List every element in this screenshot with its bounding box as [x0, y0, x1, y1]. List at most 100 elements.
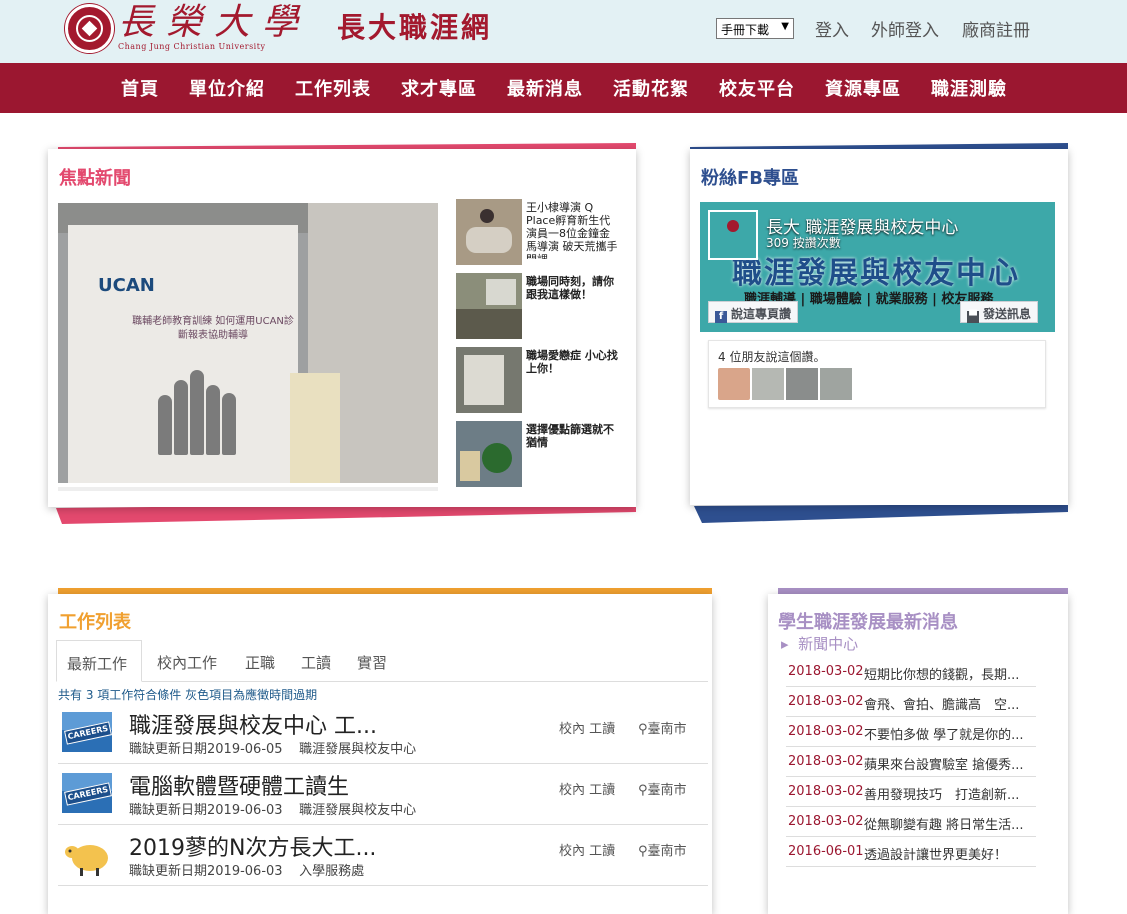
- nav-alumni[interactable]: 校友平台: [719, 75, 795, 101]
- job-row[interactable]: CAREERS 電腦軟體暨硬體工讀生 職缺更新日期2019-06-03 職涯發展…: [58, 765, 708, 825]
- careers-sign-icon: CAREERS: [62, 773, 112, 813]
- job-title[interactable]: 2019蓼的N次方長大工...: [129, 830, 376, 862]
- fb-message-button[interactable]: ▀ 發送訊息: [960, 301, 1039, 323]
- university-logo-text[interactable]: 長榮大學: [118, 2, 310, 44]
- student-news-title: 學生職涯發展最新消息: [778, 612, 958, 633]
- nav-about[interactable]: 單位介紹: [189, 75, 265, 101]
- friend-avatar[interactable]: [820, 368, 852, 400]
- university-logo-english: Chang Jung Christian University: [118, 42, 266, 51]
- job-meta: 職缺更新日期2019-06-03 職涯發展與校友中心: [129, 799, 416, 818]
- news-headline[interactable]: 從無聊變有趣 將日常生活...: [864, 814, 1034, 833]
- news-thumb-2[interactable]: [456, 273, 522, 339]
- job-date: 職缺更新日期2019-06-05: [129, 742, 283, 757]
- job-row[interactable]: 2019蓼的N次方長大工... 職缺更新日期2019-06-03 入學服務處 校…: [58, 826, 708, 886]
- fb-friends-text: 4 位朋友說這個讚。: [718, 350, 826, 364]
- site-header: 長榮大學 Chang Jung Christian University 長大職…: [0, 0, 1127, 63]
- fb-cover-text: 職涯發展與校友中心: [732, 256, 1020, 291]
- job-tabs: 最新工作 校內工作 正職 工讀 實習: [56, 640, 708, 682]
- job-title[interactable]: 職涯發展與校友中心 工...: [129, 708, 377, 740]
- nav-job-list[interactable]: 工作列表: [295, 75, 371, 101]
- job-location: ⚲臺南市: [638, 718, 687, 737]
- friend-avatar[interactable]: [718, 368, 750, 400]
- job-type: 校內 工讀: [559, 844, 616, 859]
- news-date: 2018-03-02: [788, 724, 864, 739]
- friend-avatar[interactable]: [752, 368, 784, 400]
- nav-activities[interactable]: 活動花絮: [613, 75, 689, 101]
- tab-full-time[interactable]: 正職: [235, 640, 285, 682]
- news-list-item[interactable]: 2018-03-02 會飛、會拍、膽識高 空...: [786, 687, 1036, 717]
- job-date: 職缺更新日期2019-06-03: [129, 864, 283, 879]
- login-link[interactable]: 登入: [815, 16, 849, 41]
- tab-latest-jobs[interactable]: 最新工作: [56, 640, 142, 682]
- job-count-text: 共有 3 項工作符合條件 灰色項目為應徵時間過期: [58, 688, 318, 702]
- focus-news-main-image[interactable]: UCAN 職輔老師教育訓練 如何運用UCAN診斷報表協助輔導: [58, 203, 438, 483]
- fb-like-button[interactable]: f 說這專頁讚: [708, 301, 799, 323]
- news-date: 2018-03-02: [788, 694, 864, 709]
- news-list-item[interactable]: 2018-03-02 不要怕多做 學了就是你的...: [786, 717, 1036, 747]
- news-list-item[interactable]: 2018-03-02 蘋果來台設實驗室 搶優秀...: [786, 747, 1036, 777]
- news-date: 2018-03-02: [788, 754, 864, 769]
- manual-download-label: 手冊下載: [721, 23, 770, 37]
- news-headline[interactable]: 不要怕多做 學了就是你的...: [864, 724, 1034, 743]
- news-list-item[interactable]: 2018-03-02 短期比你想的錢觀，長期...: [786, 657, 1036, 687]
- fb-page-avatar[interactable]: [708, 210, 758, 260]
- site-title[interactable]: 長大職涯網: [337, 6, 492, 46]
- job-title[interactable]: 電腦軟體暨硬體工讀生: [129, 769, 349, 801]
- job-meta: 職缺更新日期2019-06-03 入學服務處: [129, 860, 364, 879]
- news-thumb-4[interactable]: [456, 421, 522, 487]
- tab-part-time[interactable]: 工讀: [291, 640, 341, 682]
- job-list-title: 工作列表: [59, 612, 131, 633]
- news-item-2-text[interactable]: 職場同時刻，請你跟我這樣做！: [526, 275, 618, 305]
- news-item-3-text[interactable]: 職場愛戀症 小心找上你！: [526, 349, 618, 379]
- job-dept: 入學服務處: [299, 864, 365, 879]
- job-location: ⚲臺南市: [638, 840, 687, 859]
- job-type: 校內 工讀: [559, 783, 616, 798]
- foreign-teacher-login-link[interactable]: 外師登入: [871, 16, 939, 41]
- news-date: 2018-03-02: [788, 814, 864, 829]
- location-pin-icon: ⚲: [638, 783, 648, 798]
- location-pin-icon: ⚲: [638, 722, 648, 737]
- news-thumb-3[interactable]: [456, 347, 522, 413]
- message-icon: ▀: [967, 311, 979, 323]
- news-thumb-1[interactable]: [456, 199, 522, 265]
- news-date: 2016-06-01: [788, 844, 864, 859]
- fb-friends-box: 4 位朋友說這個讚。: [708, 340, 1046, 408]
- news-item-4-text[interactable]: 選擇優點篩選就不猶情: [526, 423, 618, 453]
- news-headline[interactable]: 蘋果來台設實驗室 搶優秀...: [864, 754, 1034, 773]
- tab-internship[interactable]: 實習: [347, 640, 397, 682]
- job-row[interactable]: CAREERS 職涯發展與校友中心 工... 職缺更新日期2019-06-05 …: [58, 704, 708, 764]
- news-list-item[interactable]: 2016-06-01 透過設計讓世界更美好！: [786, 837, 1036, 867]
- news-list-item[interactable]: 2018-03-02 從無聊變有趣 將日常生活...: [786, 807, 1036, 837]
- friend-avatar[interactable]: [786, 368, 818, 400]
- job-location: ⚲臺南市: [638, 779, 687, 798]
- sheep-icon: [65, 845, 108, 876]
- job-type: 校內 工讀: [559, 722, 616, 737]
- news-headline[interactable]: 透過設計讓世界更美好！: [864, 844, 1034, 863]
- careers-sign-icon: CAREERS: [62, 712, 112, 752]
- news-center-label: 新聞中心: [798, 635, 859, 653]
- news-date: 2018-03-02: [788, 784, 864, 799]
- nav-career-test[interactable]: 職涯測驗: [931, 75, 1007, 101]
- slide-title-text: 職輔老師教育訓練 如何運用UCAN診斷報表協助輔導: [132, 316, 294, 341]
- news-item-1-text[interactable]: 王小棣導演 Q Place孵育新生代演員一8位金鐘金馬導演 破天荒攜手開課: [526, 201, 618, 259]
- main-nav: 首頁 單位介紹 工作列表 求才專區 最新消息 活動花絮 校友平台 資源專區 職涯…: [0, 63, 1127, 113]
- university-seal-logo[interactable]: [65, 4, 114, 53]
- dropdown-arrow-icon: ▼: [781, 21, 789, 32]
- facebook-icon: f: [715, 311, 727, 323]
- news-headline[interactable]: 善用發現技巧 打造創新...: [864, 784, 1034, 803]
- nav-home[interactable]: 首頁: [121, 75, 159, 101]
- job-meta: 職缺更新日期2019-06-05 職涯發展與校友中心: [129, 738, 416, 757]
- news-headline[interactable]: 會飛、會拍、膽識高 空...: [864, 694, 1034, 713]
- news-headline[interactable]: 短期比你想的錢觀，長期...: [864, 664, 1034, 683]
- fb-page-cover[interactable]: 職涯發展與校友中心 職涯輔導 | 職場體驗 | 就業服務 | 校友服務 長大 職…: [700, 202, 1055, 332]
- job-dept: 職涯發展與校友中心: [299, 803, 417, 818]
- nav-news[interactable]: 最新消息: [507, 75, 583, 101]
- news-center-link[interactable]: ▸ 新聞中心: [781, 633, 858, 654]
- tab-campus-jobs[interactable]: 校內工作: [147, 640, 227, 682]
- vendor-register-link[interactable]: 廠商註冊: [962, 16, 1030, 41]
- nav-resources[interactable]: 資源專區: [825, 75, 901, 101]
- location-pin-icon: ⚲: [638, 844, 648, 859]
- manual-download-select[interactable]: 手冊下載 ▼: [716, 18, 794, 39]
- news-list-item[interactable]: 2018-03-02 善用發現技巧 打造創新...: [786, 777, 1036, 807]
- nav-recruit[interactable]: 求才專區: [401, 75, 477, 101]
